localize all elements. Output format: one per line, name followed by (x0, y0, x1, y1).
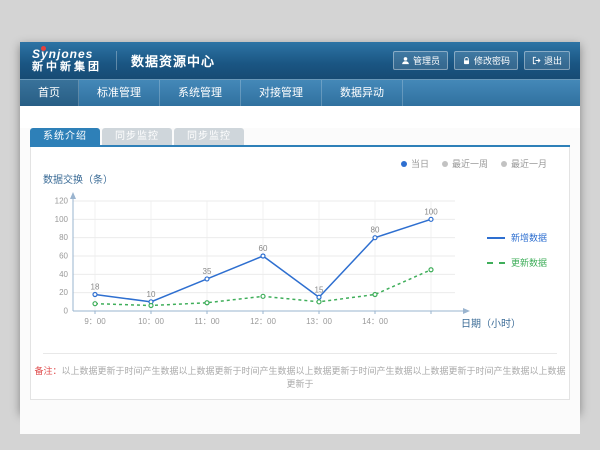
svg-text:60: 60 (259, 244, 268, 253)
svg-text:12：00: 12：00 (250, 317, 276, 326)
footnote-text: 以上数据更新于时间产生数据以上数据更新于时间产生数据以上数据更新于时间产生数据以… (62, 366, 566, 389)
svg-text:120: 120 (55, 197, 69, 206)
chart-panel: 当日 最近一周 最近一月 数据交换（条） 0 20 40 60 80 100 120 9：00… (30, 147, 570, 400)
series-legend: 新增数据 更新数据 (487, 231, 547, 281)
admin-user-button[interactable]: 管理员 (393, 51, 448, 70)
nav-item-system-mgmt[interactable]: 系统管理 (160, 80, 241, 106)
today-dot-icon (401, 161, 407, 167)
user-icon (401, 56, 410, 65)
tab-sync-monitor-2[interactable]: 同步监控 (174, 128, 244, 145)
series-update-data-label: 更新数据 (511, 256, 547, 269)
series-legend-new-data[interactable]: 新增数据 (487, 231, 547, 244)
series-new-data-label: 新增数据 (511, 231, 547, 244)
svg-text:100: 100 (424, 207, 438, 216)
svg-text:35: 35 (203, 267, 212, 276)
logo-text-cn: 新中新集团 (32, 61, 102, 73)
svg-text:10：00: 10：00 (138, 317, 164, 326)
tab-bar: 系统介绍 同步监控 同步监控 (30, 128, 570, 147)
page-title: 数据资源中心 (116, 51, 215, 70)
lock-icon (462, 56, 471, 65)
svg-text:10: 10 (147, 290, 156, 299)
nav-item-standard-mgmt[interactable]: 标准管理 (79, 80, 160, 106)
svg-text:18: 18 (91, 283, 100, 292)
green-dashed-sample-icon (487, 262, 505, 264)
tab-system-intro[interactable]: 系统介绍 (30, 128, 100, 145)
svg-text:0: 0 (64, 307, 69, 316)
footnote: 备注：以上数据更新于时间产生数据以上数据更新于时间产生数据以上数据更新于时间产生… (31, 364, 569, 390)
svg-text:80: 80 (371, 226, 380, 235)
blue-line-sample-icon (487, 237, 505, 239)
line-chart: 0 20 40 60 80 100 120 9：00 10：00 11：00 12：00 13：00 1… (43, 189, 473, 339)
svg-text:40: 40 (59, 270, 68, 279)
change-password-button[interactable]: 修改密码 (454, 51, 518, 70)
period-month-label: 最近一月 (511, 157, 547, 170)
logout-icon (532, 56, 541, 65)
svg-text:14：00: 14：00 (362, 317, 388, 326)
admin-user-label: 管理员 (413, 54, 440, 67)
nav-item-data-change[interactable]: 数据异动 (322, 80, 403, 106)
x-axis-title: 日期（小时） (461, 315, 521, 330)
period-legend-week[interactable]: 最近一周 (442, 157, 488, 170)
month-dot-icon (501, 161, 507, 167)
nav-item-home[interactable]: 首页 (20, 80, 79, 106)
change-password-label: 修改密码 (474, 54, 510, 67)
svg-text:9：00: 9：00 (84, 317, 106, 326)
company-logo: Synjones 新中新集团 (30, 48, 102, 73)
nav-item-connection-mgmt[interactable]: 对接管理 (241, 80, 322, 106)
svg-text:20: 20 (59, 288, 68, 297)
logo-red-dot-icon (41, 46, 46, 51)
footnote-prefix: 备注： (34, 366, 61, 376)
svg-text:11：00: 11：00 (194, 317, 220, 326)
main-navbar: 首页 标准管理 系统管理 对接管理 数据异动 (20, 79, 580, 106)
app-window: Synjones 新中新集团 数据资源中心 管理员 修改密码 (20, 42, 580, 412)
y-axis-title: 数据交换（条） (43, 171, 113, 186)
svg-text:60: 60 (59, 252, 68, 261)
svg-text:15: 15 (315, 285, 324, 294)
panel-divider (43, 353, 557, 354)
header-bar: Synjones 新中新集团 数据资源中心 管理员 修改密码 (20, 42, 580, 79)
content-area: 系统介绍 同步监控 同步监控 当日 最近一周 最近一月 数据交换（条） (20, 128, 580, 434)
period-legend-today[interactable]: 当日 (401, 157, 429, 170)
svg-text:13：00: 13：00 (306, 317, 332, 326)
svg-text:80: 80 (59, 233, 68, 242)
period-week-label: 最近一周 (452, 157, 488, 170)
logout-label: 退出 (544, 54, 562, 67)
week-dot-icon (442, 161, 448, 167)
series-legend-update-data[interactable]: 更新数据 (487, 256, 547, 269)
period-legend: 当日 最近一周 最近一月 (401, 157, 547, 170)
svg-text:100: 100 (55, 215, 69, 224)
tab-sync-monitor-1[interactable]: 同步监控 (102, 128, 172, 145)
logout-button[interactable]: 退出 (524, 51, 570, 70)
period-legend-month[interactable]: 最近一月 (501, 157, 547, 170)
header-buttons: 管理员 修改密码 退出 (393, 51, 570, 70)
period-today-label: 当日 (411, 157, 429, 170)
